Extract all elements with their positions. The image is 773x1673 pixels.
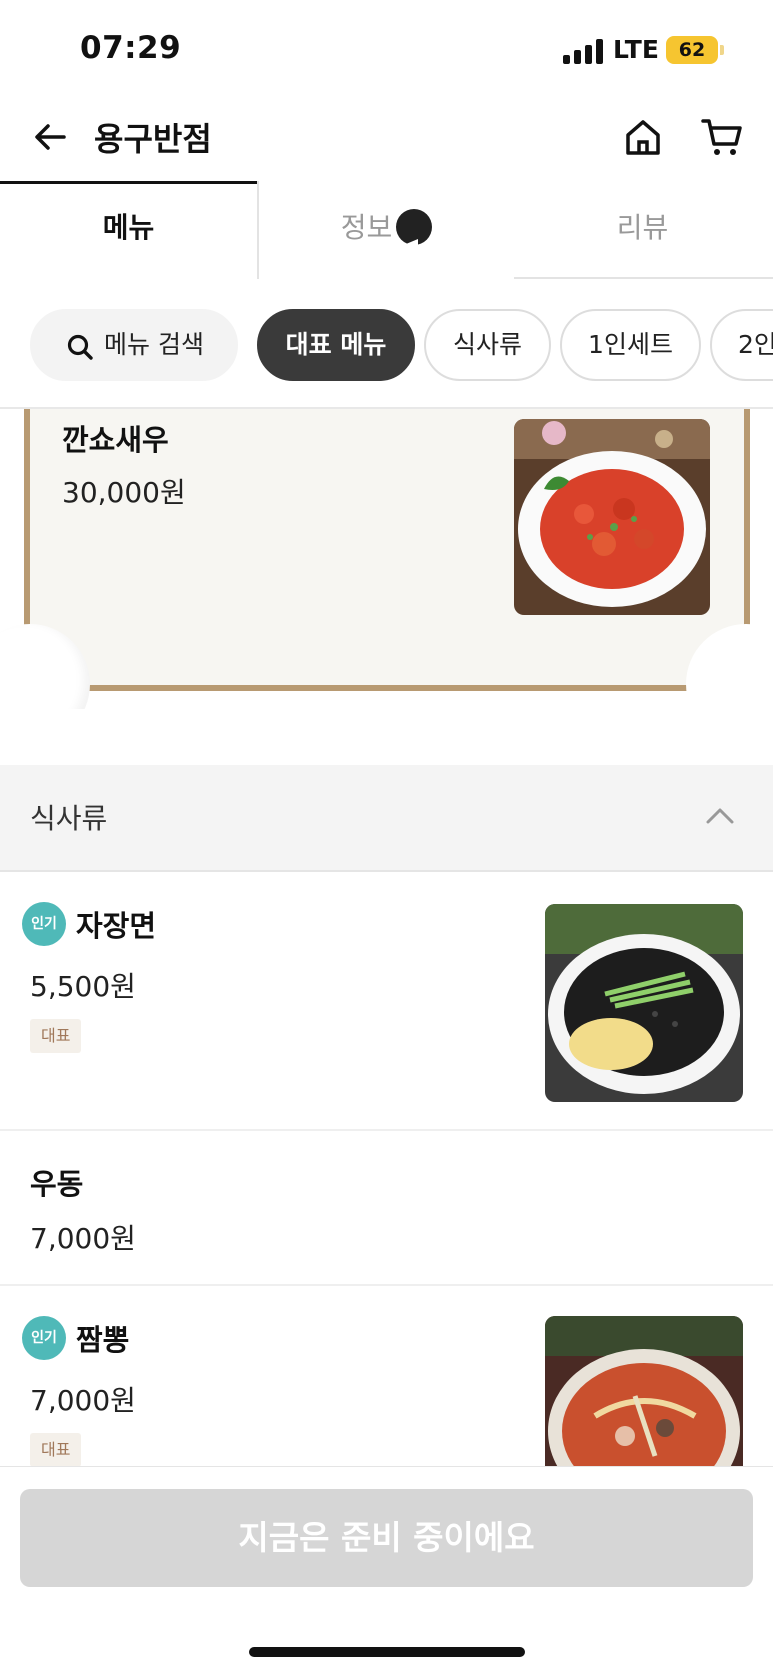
menu-item[interactable]: 인기 자장면 5,500원 대표 <box>0 872 773 1131</box>
signal-icon <box>563 38 605 64</box>
menu-item[interactable]: 우동 7,000원 <box>0 1131 773 1286</box>
menu-item-price: 7,000원 <box>30 1222 136 1255</box>
tab-bar: 메뉴 정보 리뷰 <box>0 181 773 279</box>
top-app-bar: 용구반점 <box>0 100 773 180</box>
menu-search-label: 메뉴 검색 <box>104 330 204 359</box>
tab-review[interactable]: 리뷰 <box>514 181 771 279</box>
featured-item-price: 30,000원 <box>62 476 186 509</box>
battery-icon: 62 <box>666 36 718 64</box>
tab-info-label: 정보 <box>340 211 393 244</box>
popular-badge: 인기 <box>22 902 66 946</box>
bottom-action-bar: 지금은 준비 중이에요 <box>0 1466 773 1673</box>
battery-tip <box>720 45 724 55</box>
menu-item-photo <box>545 904 743 1102</box>
menu-item[interactable]: 인기 짬뽕 7,000원 대표 <box>0 1286 773 1514</box>
menu-item-price: 7,000원 <box>30 1384 136 1417</box>
featured-menu-card[interactable]: 깐쇼새우 30,000원 <box>0 409 773 709</box>
category-label: 식사류 <box>30 802 108 835</box>
menu-item-name-row: 우동 <box>30 1161 83 1203</box>
back-arrow-icon[interactable] <box>30 117 70 157</box>
store-title: 용구반점 <box>94 120 212 158</box>
network-label: LTE <box>613 35 659 64</box>
chip-single-set[interactable]: 1인세트 <box>560 309 701 381</box>
signature-tag: 대표 <box>30 1433 82 1467</box>
featured-item-name: 깐쇼새우 <box>62 423 169 457</box>
chip-signature-menu[interactable]: 대표 메뉴 <box>257 309 415 381</box>
home-icon[interactable] <box>622 116 664 158</box>
status-time: 07:29 <box>80 30 182 66</box>
chevron-up-icon[interactable] <box>704 801 736 831</box>
home-indicator <box>249 1647 525 1657</box>
menu-item-name: 자장면 <box>76 909 157 943</box>
chip-two-person-set[interactable]: 2인 <box>710 309 773 381</box>
signature-tag: 대표 <box>30 1019 82 1053</box>
search-icon <box>67 334 93 360</box>
menu-item-price: 5,500원 <box>30 970 136 1003</box>
menu-search-button[interactable]: 메뉴 검색 <box>30 309 238 381</box>
menu-item-name: 짬뽕 <box>76 1323 130 1357</box>
tab-menu[interactable]: 메뉴 <box>0 181 257 279</box>
menu-item-name: 우동 <box>30 1167 84 1201</box>
chip-meals[interactable]: 식사류 <box>424 309 551 381</box>
cart-icon[interactable] <box>700 116 744 158</box>
popular-badge: 인기 <box>22 1316 66 1360</box>
menu-item-name-row: 인기 짬뽕 <box>22 1316 129 1360</box>
featured-item-photo <box>514 419 710 615</box>
tab-info[interactable]: 정보 <box>257 181 514 279</box>
order-button-disabled[interactable]: 지금은 준비 중이에요 <box>20 1489 753 1587</box>
menu-category-chips: 메뉴 검색 대표 메뉴 식사류 1인세트 2인 <box>0 279 773 409</box>
menu-item-name-row: 인기 자장면 <box>22 902 156 946</box>
megaphone-icon <box>396 209 433 255</box>
status-bar: 07:29 LTE 62 <box>0 0 773 100</box>
category-header-meals[interactable]: 식사류 <box>0 765 773 872</box>
